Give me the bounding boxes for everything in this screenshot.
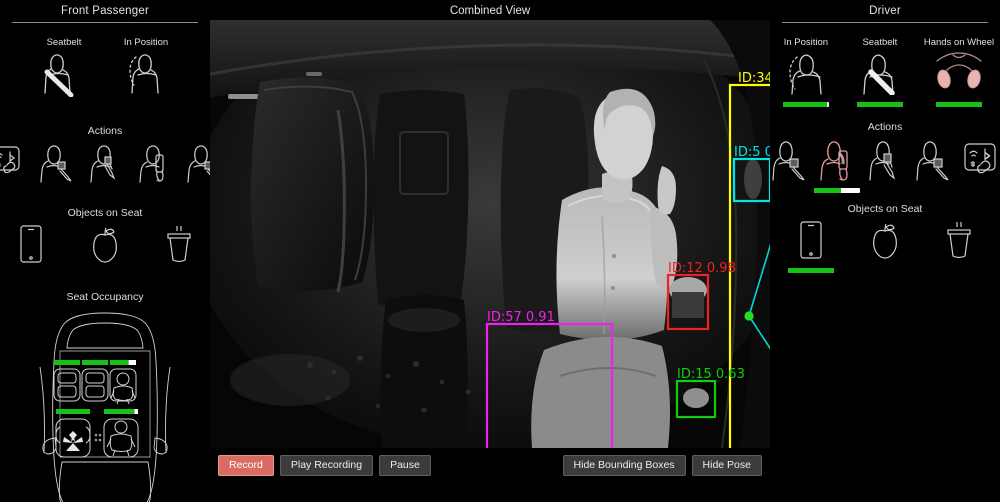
driver-actions-row bbox=[770, 137, 1000, 193]
action-eating[interactable] bbox=[766, 137, 812, 193]
driver-panel: Driver In Position Seatbelt Hands on Whe… bbox=[770, 0, 1000, 502]
occupancy-bars-front bbox=[56, 409, 138, 414]
passenger-status-row: Seatbelt In Position bbox=[0, 37, 210, 109]
action-phone-call[interactable] bbox=[814, 137, 860, 193]
hide-pose-button[interactable]: Hide Pose bbox=[691, 454, 762, 476]
driver-status-in-position: In Position bbox=[776, 37, 836, 107]
driver-status-seatbelt: Seatbelt bbox=[850, 37, 910, 107]
action-phone-texting[interactable] bbox=[910, 137, 956, 193]
drinking-icon bbox=[86, 141, 124, 188]
seatbelt-icon bbox=[38, 51, 90, 102]
camera-feed[interactable]: ID:34 1.0ID:5 0.69ID:20 0.45ID:12 0.98ID… bbox=[210, 20, 770, 448]
status-confidence-bar bbox=[935, 102, 982, 107]
passenger-status-seatbelt: Seatbelt bbox=[38, 37, 90, 109]
hide-bounding-boxes-button[interactable]: Hide Bounding Boxes bbox=[562, 454, 686, 476]
driver-objects-title: Objects on Seat bbox=[847, 203, 923, 215]
status-confidence-bar bbox=[782, 102, 829, 107]
eating-icon bbox=[37, 141, 75, 188]
driver-actions-title: Actions bbox=[867, 121, 903, 133]
eating-icon bbox=[768, 137, 810, 186]
apple-icon bbox=[88, 223, 122, 270]
front-passenger-panel: Front Passenger Seatbelt In Position Act… bbox=[0, 0, 219, 502]
phone-call-icon bbox=[135, 141, 173, 188]
drinking-icon bbox=[864, 137, 906, 186]
pose-keypoint bbox=[744, 311, 754, 321]
driver-status-hands-on-wheel: Hands on Wheel bbox=[924, 37, 994, 107]
phone-call-icon bbox=[816, 137, 858, 186]
object-confidence-bar bbox=[788, 268, 834, 273]
object-apple[interactable] bbox=[862, 219, 908, 273]
action-drinking[interactable] bbox=[862, 137, 908, 193]
seat-occupancy-title: Seat Occupancy bbox=[66, 291, 144, 303]
object-tablet[interactable] bbox=[788, 219, 834, 273]
hands-on-wheel-icon bbox=[929, 51, 989, 100]
bounding-box bbox=[485, 322, 614, 448]
tablet-icon bbox=[14, 223, 48, 270]
pause-button[interactable]: Pause bbox=[379, 454, 431, 476]
passenger-status-in-position: In Position bbox=[120, 37, 172, 109]
panel-title-front-passenger: Front Passenger bbox=[60, 5, 149, 17]
bounding-boxes-layer: ID:34 1.0ID:5 0.69ID:20 0.45ID:12 0.98ID… bbox=[485, 71, 770, 448]
occupancy-bars-rear bbox=[54, 360, 136, 365]
tablet-icon bbox=[794, 219, 828, 266]
detection-overlay: ID:34 1.0ID:5 0.69ID:20 0.45ID:12 0.98ID… bbox=[485, 71, 770, 448]
record-button[interactable]: Record bbox=[218, 454, 274, 476]
detection-label: ID:57 0.91 bbox=[487, 310, 555, 325]
panel-title-combined-view: Combined View bbox=[449, 5, 531, 17]
action-infotainment-touch[interactable] bbox=[0, 141, 30, 195]
bounding-box bbox=[732, 157, 770, 203]
detection-label: ID:34 1.0 bbox=[738, 71, 770, 86]
bounding-box bbox=[675, 379, 717, 419]
status-confidence-bar bbox=[856, 102, 903, 107]
cup-icon bbox=[162, 223, 196, 270]
object-tablet[interactable] bbox=[8, 223, 54, 277]
driver-status-row: In Position Seatbelt Hands on Wheel bbox=[770, 37, 1000, 107]
panel-divider bbox=[12, 22, 198, 23]
phone-texting-icon bbox=[912, 137, 954, 186]
play-recording-button[interactable]: Play Recording bbox=[279, 454, 374, 476]
pose-bone bbox=[748, 243, 770, 317]
driver-objects-row bbox=[770, 219, 1000, 273]
action-eating[interactable] bbox=[33, 141, 79, 195]
passenger-objects-row bbox=[0, 223, 210, 277]
infotainment-touch-icon bbox=[0, 141, 26, 188]
action-infotainment-touch[interactable] bbox=[958, 137, 1000, 193]
status-label: In Position bbox=[123, 37, 169, 48]
infotainment-touch-icon bbox=[960, 137, 1000, 186]
in-position-icon bbox=[120, 51, 172, 102]
action-drinking[interactable] bbox=[82, 141, 128, 195]
detection-label: ID:12 0.98 bbox=[668, 261, 736, 276]
status-label: Seatbelt bbox=[862, 37, 898, 48]
cup-icon bbox=[942, 219, 976, 266]
status-label: In Position bbox=[783, 37, 829, 48]
passenger-actions-title: Actions bbox=[87, 125, 123, 137]
in-position-icon bbox=[776, 51, 836, 100]
action-confidence-bar bbox=[814, 188, 860, 193]
object-cup[interactable] bbox=[936, 219, 982, 273]
detection-label: ID:15 0.63 bbox=[677, 367, 745, 382]
detection-label: ID:5 0.69 bbox=[734, 145, 770, 160]
video-toolbar: Record Play Recording Pause Hide Boundin… bbox=[210, 450, 770, 480]
action-phone-call[interactable] bbox=[131, 141, 177, 195]
app-root: Front Passenger Seatbelt In Position Act… bbox=[0, 0, 1000, 502]
status-label: Hands on Wheel bbox=[923, 37, 995, 48]
seatbelt-icon bbox=[850, 51, 910, 100]
bounding-box bbox=[666, 273, 710, 331]
combined-view-panel: Combined View ID:34 ID:5 0 ID:12 0.98 ID… bbox=[210, 0, 770, 502]
pose-bone bbox=[748, 315, 770, 350]
panel-divider bbox=[782, 22, 988, 23]
object-apple[interactable] bbox=[82, 223, 128, 277]
passenger-actions-row bbox=[0, 141, 219, 195]
apple-icon bbox=[868, 219, 902, 266]
seat-occupancy-diagram bbox=[0, 307, 210, 502]
panel-title-driver: Driver bbox=[869, 5, 901, 17]
passenger-objects-title: Objects on Seat bbox=[67, 207, 143, 219]
object-cup[interactable] bbox=[156, 223, 202, 277]
status-label: Seatbelt bbox=[46, 37, 82, 48]
